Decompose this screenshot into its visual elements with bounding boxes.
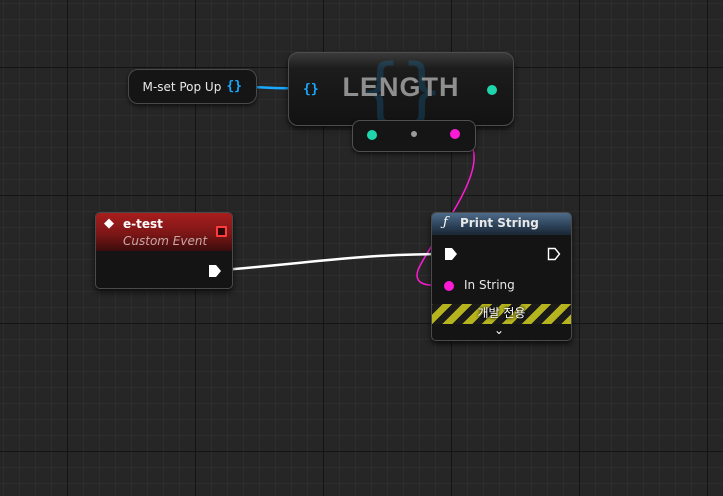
delegate-pin[interactable]	[216, 226, 227, 237]
string-output-pin[interactable]	[450, 129, 460, 139]
in-string-pin[interactable]	[444, 281, 454, 291]
integer-output-pin[interactable]	[487, 85, 497, 95]
exec-output-pin-icon[interactable]	[208, 264, 222, 278]
array-pin-icon[interactable]: {}	[226, 79, 242, 94]
development-only-label: 개발 전용	[477, 306, 526, 320]
in-string-label: In String	[464, 278, 515, 292]
event-subtitle: Custom Event	[123, 234, 208, 248]
event-title: e-test	[123, 217, 163, 231]
exec-wire[interactable]	[221, 252, 451, 272]
chevron-down-icon[interactable]: ⌄	[494, 323, 504, 337]
event-header: ◆ e-test Custom Event	[96, 213, 232, 251]
node-dot-icon	[411, 131, 417, 137]
conversion-node[interactable]	[352, 120, 476, 152]
function-title: Print String	[460, 216, 539, 230]
variable-name: M-set Pop Up	[142, 79, 222, 94]
variable-get-node[interactable]: M-set Pop Up {}	[128, 69, 257, 104]
integer-input-pin[interactable]	[367, 130, 377, 140]
function-icon: ƒ	[443, 215, 448, 230]
exec-output-pin-icon[interactable]	[547, 247, 561, 261]
custom-event-node[interactable]: ◆ e-test Custom Event	[95, 212, 233, 289]
event-diamond-icon: ◆	[104, 216, 114, 231]
length-node[interactable]: {} LENGTH {}	[288, 49, 514, 131]
function-header: ƒ Print String	[432, 213, 571, 235]
exec-input-pin-icon[interactable]	[444, 247, 458, 261]
print-string-node[interactable]: ƒ Print String In String 개발 전용 ⌄	[431, 212, 572, 341]
node-title: LENGTH	[342, 72, 460, 102]
array-input-pin-icon[interactable]: {}	[303, 82, 319, 97]
